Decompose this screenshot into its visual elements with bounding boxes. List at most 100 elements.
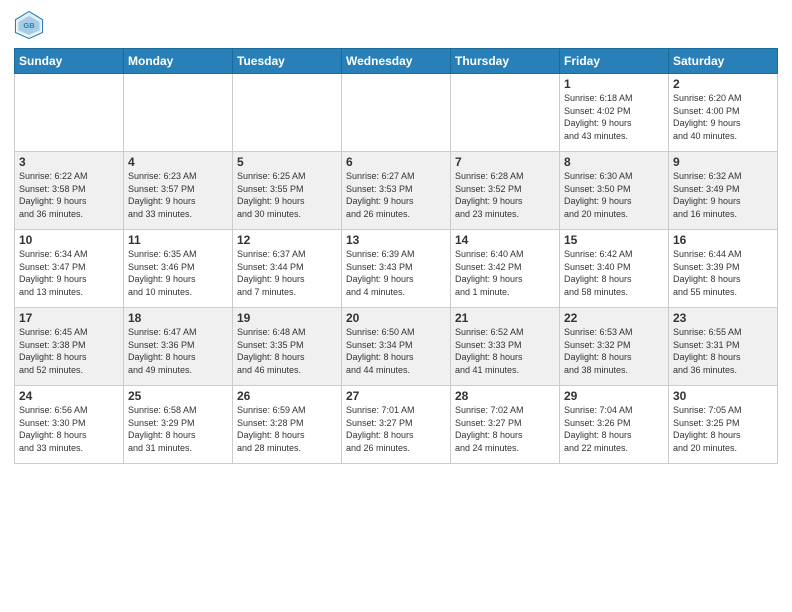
day-number: 11 [128, 233, 228, 247]
header-cell-thursday: Thursday [451, 49, 560, 74]
calendar-cell: 2Sunrise: 6:20 AM Sunset: 4:00 PM Daylig… [669, 74, 778, 152]
day-number: 26 [237, 389, 337, 403]
day-number: 16 [673, 233, 773, 247]
calendar-cell: 7Sunrise: 6:28 AM Sunset: 3:52 PM Daylig… [451, 152, 560, 230]
calendar-cell: 13Sunrise: 6:39 AM Sunset: 3:43 PM Dayli… [342, 230, 451, 308]
calendar-cell: 4Sunrise: 6:23 AM Sunset: 3:57 PM Daylig… [124, 152, 233, 230]
calendar-cell: 14Sunrise: 6:40 AM Sunset: 3:42 PM Dayli… [451, 230, 560, 308]
day-number: 17 [19, 311, 119, 325]
day-number: 30 [673, 389, 773, 403]
day-info: Sunrise: 6:44 AM Sunset: 3:39 PM Dayligh… [673, 248, 773, 298]
svg-text:GB: GB [23, 21, 35, 30]
day-info: Sunrise: 6:59 AM Sunset: 3:28 PM Dayligh… [237, 404, 337, 454]
day-info: Sunrise: 6:50 AM Sunset: 3:34 PM Dayligh… [346, 326, 446, 376]
week-row-2: 10Sunrise: 6:34 AM Sunset: 3:47 PM Dayli… [15, 230, 778, 308]
day-number: 4 [128, 155, 228, 169]
calendar-cell: 22Sunrise: 6:53 AM Sunset: 3:32 PM Dayli… [560, 308, 669, 386]
week-row-0: 1Sunrise: 6:18 AM Sunset: 4:02 PM Daylig… [15, 74, 778, 152]
calendar-cell: 24Sunrise: 6:56 AM Sunset: 3:30 PM Dayli… [15, 386, 124, 464]
day-info: Sunrise: 7:04 AM Sunset: 3:26 PM Dayligh… [564, 404, 664, 454]
day-info: Sunrise: 6:25 AM Sunset: 3:55 PM Dayligh… [237, 170, 337, 220]
day-info: Sunrise: 6:40 AM Sunset: 3:42 PM Dayligh… [455, 248, 555, 298]
day-number: 9 [673, 155, 773, 169]
day-info: Sunrise: 6:55 AM Sunset: 3:31 PM Dayligh… [673, 326, 773, 376]
day-info: Sunrise: 6:23 AM Sunset: 3:57 PM Dayligh… [128, 170, 228, 220]
calendar-cell: 18Sunrise: 6:47 AM Sunset: 3:36 PM Dayli… [124, 308, 233, 386]
day-number: 21 [455, 311, 555, 325]
calendar-cell: 19Sunrise: 6:48 AM Sunset: 3:35 PM Dayli… [233, 308, 342, 386]
header-cell-friday: Friday [560, 49, 669, 74]
day-info: Sunrise: 6:28 AM Sunset: 3:52 PM Dayligh… [455, 170, 555, 220]
calendar-cell: 28Sunrise: 7:02 AM Sunset: 3:27 PM Dayli… [451, 386, 560, 464]
day-info: Sunrise: 7:02 AM Sunset: 3:27 PM Dayligh… [455, 404, 555, 454]
calendar-cell: 20Sunrise: 6:50 AM Sunset: 3:34 PM Dayli… [342, 308, 451, 386]
logo: GB [14, 10, 48, 40]
day-info: Sunrise: 6:27 AM Sunset: 3:53 PM Dayligh… [346, 170, 446, 220]
calendar-cell: 6Sunrise: 6:27 AM Sunset: 3:53 PM Daylig… [342, 152, 451, 230]
calendar-cell: 16Sunrise: 6:44 AM Sunset: 3:39 PM Dayli… [669, 230, 778, 308]
calendar-cell [15, 74, 124, 152]
calendar-cell: 17Sunrise: 6:45 AM Sunset: 3:38 PM Dayli… [15, 308, 124, 386]
day-info: Sunrise: 6:20 AM Sunset: 4:00 PM Dayligh… [673, 92, 773, 142]
header-cell-tuesday: Tuesday [233, 49, 342, 74]
calendar-cell [233, 74, 342, 152]
header-row: SundayMondayTuesdayWednesdayThursdayFrid… [15, 49, 778, 74]
day-info: Sunrise: 6:34 AM Sunset: 3:47 PM Dayligh… [19, 248, 119, 298]
day-info: Sunrise: 6:35 AM Sunset: 3:46 PM Dayligh… [128, 248, 228, 298]
day-info: Sunrise: 6:32 AM Sunset: 3:49 PM Dayligh… [673, 170, 773, 220]
calendar-header: SundayMondayTuesdayWednesdayThursdayFrid… [15, 49, 778, 74]
calendar-cell: 12Sunrise: 6:37 AM Sunset: 3:44 PM Dayli… [233, 230, 342, 308]
calendar-cell: 9Sunrise: 6:32 AM Sunset: 3:49 PM Daylig… [669, 152, 778, 230]
day-info: Sunrise: 6:18 AM Sunset: 4:02 PM Dayligh… [564, 92, 664, 142]
calendar-cell: 23Sunrise: 6:55 AM Sunset: 3:31 PM Dayli… [669, 308, 778, 386]
day-number: 14 [455, 233, 555, 247]
day-number: 3 [19, 155, 119, 169]
calendar-body: 1Sunrise: 6:18 AM Sunset: 4:02 PM Daylig… [15, 74, 778, 464]
day-info: Sunrise: 7:05 AM Sunset: 3:25 PM Dayligh… [673, 404, 773, 454]
day-number: 20 [346, 311, 446, 325]
day-info: Sunrise: 6:52 AM Sunset: 3:33 PM Dayligh… [455, 326, 555, 376]
header-cell-sunday: Sunday [15, 49, 124, 74]
day-number: 23 [673, 311, 773, 325]
day-number: 12 [237, 233, 337, 247]
calendar-cell [124, 74, 233, 152]
day-info: Sunrise: 6:47 AM Sunset: 3:36 PM Dayligh… [128, 326, 228, 376]
day-number: 28 [455, 389, 555, 403]
calendar-cell: 25Sunrise: 6:58 AM Sunset: 3:29 PM Dayli… [124, 386, 233, 464]
day-info: Sunrise: 6:42 AM Sunset: 3:40 PM Dayligh… [564, 248, 664, 298]
day-number: 2 [673, 77, 773, 91]
week-row-4: 24Sunrise: 6:56 AM Sunset: 3:30 PM Dayli… [15, 386, 778, 464]
calendar-cell: 3Sunrise: 6:22 AM Sunset: 3:58 PM Daylig… [15, 152, 124, 230]
day-info: Sunrise: 6:45 AM Sunset: 3:38 PM Dayligh… [19, 326, 119, 376]
calendar-cell: 15Sunrise: 6:42 AM Sunset: 3:40 PM Dayli… [560, 230, 669, 308]
day-number: 18 [128, 311, 228, 325]
day-number: 29 [564, 389, 664, 403]
day-info: Sunrise: 6:39 AM Sunset: 3:43 PM Dayligh… [346, 248, 446, 298]
calendar-cell: 8Sunrise: 6:30 AM Sunset: 3:50 PM Daylig… [560, 152, 669, 230]
day-info: Sunrise: 6:53 AM Sunset: 3:32 PM Dayligh… [564, 326, 664, 376]
day-number: 7 [455, 155, 555, 169]
day-info: Sunrise: 6:58 AM Sunset: 3:29 PM Dayligh… [128, 404, 228, 454]
day-info: Sunrise: 6:30 AM Sunset: 3:50 PM Dayligh… [564, 170, 664, 220]
day-number: 19 [237, 311, 337, 325]
week-row-1: 3Sunrise: 6:22 AM Sunset: 3:58 PM Daylig… [15, 152, 778, 230]
calendar-cell: 29Sunrise: 7:04 AM Sunset: 3:26 PM Dayli… [560, 386, 669, 464]
day-number: 5 [237, 155, 337, 169]
calendar-cell: 26Sunrise: 6:59 AM Sunset: 3:28 PM Dayli… [233, 386, 342, 464]
day-number: 13 [346, 233, 446, 247]
header-cell-saturday: Saturday [669, 49, 778, 74]
day-number: 6 [346, 155, 446, 169]
calendar-cell: 27Sunrise: 7:01 AM Sunset: 3:27 PM Dayli… [342, 386, 451, 464]
day-number: 22 [564, 311, 664, 325]
calendar-cell: 21Sunrise: 6:52 AM Sunset: 3:33 PM Dayli… [451, 308, 560, 386]
day-number: 1 [564, 77, 664, 91]
day-number: 27 [346, 389, 446, 403]
day-number: 24 [19, 389, 119, 403]
page-container: GB SundayMondayTuesdayWednesdayThursdayF… [0, 0, 792, 474]
header: GB [14, 10, 778, 40]
day-number: 15 [564, 233, 664, 247]
day-info: Sunrise: 6:37 AM Sunset: 3:44 PM Dayligh… [237, 248, 337, 298]
header-cell-monday: Monday [124, 49, 233, 74]
day-info: Sunrise: 6:48 AM Sunset: 3:35 PM Dayligh… [237, 326, 337, 376]
calendar-cell: 1Sunrise: 6:18 AM Sunset: 4:02 PM Daylig… [560, 74, 669, 152]
